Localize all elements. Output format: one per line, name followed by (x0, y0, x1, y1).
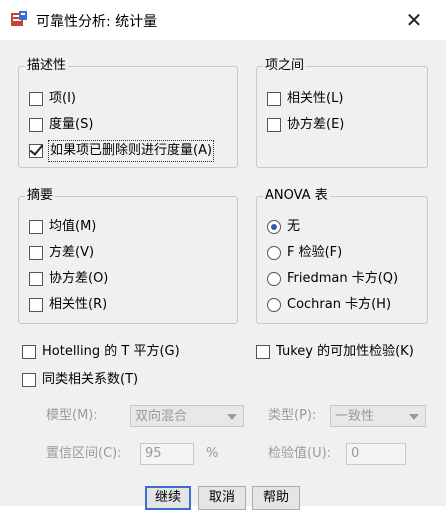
anova-title: ANOVA 表 (263, 188, 330, 204)
confidence-interval-input[interactable]: 95 (140, 443, 194, 465)
summaries-group: 摘要 均值(M) 方差(V) 协方差(O) 相关性(R) (18, 188, 238, 324)
cancel-button[interactable]: 取消 (198, 486, 246, 510)
summary-correlations-label: 相关性(R) (49, 297, 108, 312)
correlations-label: 相关性(L) (287, 91, 344, 106)
checkbox-icon (29, 246, 43, 260)
covariances-label: 协方差(E) (287, 117, 345, 132)
checkbox-icon (267, 92, 281, 106)
title-bar: 可靠性分析: 统计量 ✕ (0, 0, 446, 40)
summaries-title: 摘要 (25, 188, 56, 204)
type-select[interactable]: 一致性 (330, 405, 426, 427)
close-icon[interactable]: ✕ (400, 8, 428, 32)
inter-item-title: 项之间 (263, 58, 307, 74)
scale-if-deleted-label: 如果项已删除则进行度量(A) (47, 140, 215, 162)
inter-item-group: 项之间 相关性(L) 协方差(E) (256, 58, 428, 168)
hotelling-label: Hotelling 的 T 平方(G) (42, 344, 180, 359)
chevron-down-icon (409, 414, 419, 420)
checkbox-icon (29, 118, 43, 132)
checkbox-icon (29, 298, 43, 312)
checkbox-icon (29, 220, 43, 234)
descriptives-group: 描述性 项(I) 度量(S) 如果项已删除则进行度量(A) (18, 58, 238, 168)
model-label: 模型(M): (46, 408, 98, 423)
continue-button[interactable]: 继续 (145, 486, 191, 510)
test-value-label: 检验值(U): (268, 446, 332, 461)
radio-icon (267, 298, 281, 312)
anova-none-label: 无 (287, 219, 301, 234)
anova-cochran-label: Cochran 卡方(H) (287, 297, 392, 312)
anova-group: ANOVA 表 无 F 检验(F) Friedman 卡方(Q) Cochran… (256, 188, 428, 324)
item-label: 项(I) (49, 91, 76, 106)
radio-selected-icon (267, 220, 281, 234)
confidence-interval-label: 置信区间(C): (46, 446, 122, 461)
descriptives-title: 描述性 (25, 58, 69, 74)
checkbox-icon (22, 345, 36, 359)
tukey-label: Tukey 的可加性检验(K) (276, 344, 414, 359)
dialog-body: 描述性 项(I) 度量(S) 如果项已删除则进行度量(A) 项之间 相关性(L)… (0, 40, 446, 510)
model-select[interactable]: 双向混合 (130, 405, 244, 427)
model-value: 双向混合 (135, 409, 188, 424)
summary-covariances-label: 协方差(O) (49, 271, 109, 286)
anova-f-test-label: F 检验(F) (287, 245, 343, 260)
scale-label: 度量(S) (49, 117, 94, 132)
test-value-input[interactable]: 0 (346, 443, 406, 465)
checkbox-icon (29, 272, 43, 286)
percent-unit: % (206, 446, 219, 461)
checkbox-icon (22, 373, 36, 387)
radio-icon (267, 246, 281, 260)
checkbox-icon (29, 92, 43, 106)
anova-friedman-label: Friedman 卡方(Q) (287, 271, 399, 286)
icc-label: 同类相关系数(T) (42, 372, 139, 387)
app-icon (11, 11, 27, 26)
radio-icon (267, 272, 281, 286)
chevron-down-icon (227, 414, 237, 420)
type-value: 一致性 (335, 409, 375, 424)
checkbox-icon (267, 118, 281, 132)
means-label: 均值(M) (49, 219, 97, 234)
checkmark-icon (29, 144, 43, 158)
type-label: 类型(P): (268, 408, 317, 423)
help-button[interactable]: 帮助 (252, 486, 300, 510)
window-title: 可靠性分析: 统计量 (36, 14, 158, 30)
variances-label: 方差(V) (49, 245, 95, 260)
checkbox-icon (256, 345, 270, 359)
